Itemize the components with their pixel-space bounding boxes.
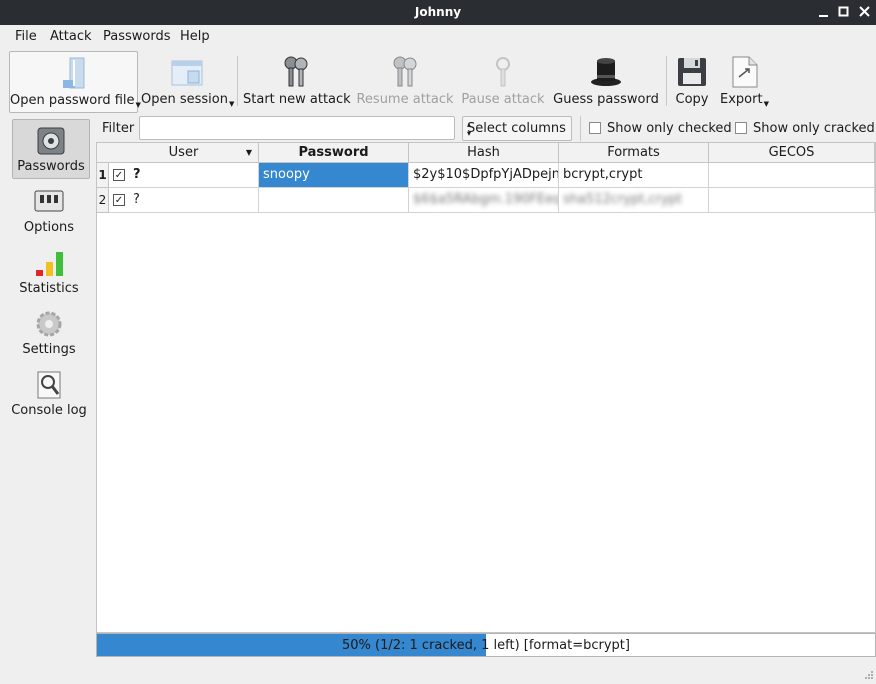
table-cell-password[interactable] <box>259 188 409 213</box>
sidebar: Passwords Options Statistics Settings Co… <box>0 114 96 634</box>
dropdown-arrow-icon: ▴ ▾ <box>467 120 472 138</box>
open-file-icon <box>57 56 91 90</box>
keys-icon <box>279 55 313 89</box>
column-header-user[interactable]: User ▼ <box>109 143 259 163</box>
key-disabled-icon <box>486 55 520 89</box>
maximize-icon[interactable] <box>836 4 852 20</box>
select-columns-dropdown[interactable]: Select columns ▴ ▾ <box>462 116 572 141</box>
table-cell-hash[interactable]: $2y$10$DpfpYjADpejn <box>409 163 559 188</box>
passwords-table: User ▼ Password Hash Formats GECOS 1 ✓ ?… <box>96 142 876 633</box>
export-label: Export <box>720 92 763 107</box>
menu-attack[interactable]: Attack <box>50 29 92 44</box>
show-only-cracked-label: Show only cracked <box>753 121 875 136</box>
column-header-password[interactable]: Password <box>259 143 409 163</box>
session-icon <box>170 55 204 89</box>
filter-label: Filter <box>102 121 135 136</box>
blurred-formats-value: sha512crypt,crypt <box>563 192 682 207</box>
sidebar-label-options: Options <box>23 220 75 235</box>
table-cell-formats[interactable]: bcrypt,crypt <box>559 163 709 188</box>
column-header-hash[interactable]: Hash <box>409 143 559 163</box>
resume-attack-label: Resume attack <box>356 92 454 107</box>
start-new-attack-button[interactable]: Start new attack <box>243 51 351 111</box>
copy-button[interactable]: Copy <box>672 51 712 111</box>
row-number[interactable]: 2 <box>97 188 109 213</box>
filter-input[interactable] <box>139 116 455 140</box>
filter-separator <box>580 116 581 141</box>
menu-help[interactable]: Help <box>180 29 210 44</box>
title-bar: Johnny <box>0 0 876 25</box>
magic-hat-icon <box>589 55 623 89</box>
progress-bar: 50% (1/2: 1 cracked, 1 left) [format=bcr… <box>96 633 876 657</box>
blurred-hash-value: $6$a5RAbgm.190FEeq <box>413 192 559 207</box>
show-only-cracked-checkbox[interactable] <box>735 122 747 134</box>
status-bar <box>0 658 876 684</box>
resize-grip-icon[interactable] <box>864 670 874 680</box>
floppy-disk-icon <box>675 55 709 89</box>
close-icon[interactable] <box>857 4 873 20</box>
bar-chart-icon <box>32 248 66 278</box>
start-new-attack-label: Start new attack <box>243 92 351 107</box>
table-cell-formats[interactable]: sha512crypt,crypt <box>559 188 709 213</box>
sidebar-label-console-log: Console log <box>11 403 87 418</box>
user-value: ? <box>133 192 140 207</box>
row-number[interactable]: 1 <box>97 163 109 188</box>
sidebar-label-statistics: Statistics <box>19 281 79 296</box>
column-header-gecos[interactable]: GECOS <box>709 143 875 163</box>
gear-icon <box>32 309 66 339</box>
table-cell-gecos[interactable] <box>709 163 875 188</box>
resume-attack-button[interactable]: Resume attack <box>356 51 454 111</box>
pause-attack-button[interactable]: Pause attack <box>461 51 545 111</box>
show-only-checked-checkbox[interactable] <box>589 122 601 134</box>
sort-descending-icon: ▼ <box>245 148 252 157</box>
safe-icon <box>34 126 68 156</box>
menu-file[interactable]: File <box>15 29 37 44</box>
open-password-file-label: Open password file <box>10 93 135 108</box>
table-cell-password[interactable]: snoopy <box>259 163 409 188</box>
sidebar-item-console-log[interactable]: Console log <box>10 364 88 422</box>
open-session-button[interactable]: Open session▼ <box>141 51 235 111</box>
sidebar-item-options[interactable]: Options <box>10 181 88 239</box>
sidebar-item-statistics[interactable]: Statistics <box>10 242 88 300</box>
open-password-file-button[interactable]: Open password file▼ <box>9 51 141 113</box>
sidebar-label-settings: Settings <box>22 342 76 357</box>
table-cell-hash[interactable]: $6$a5RAbgm.190FEeq <box>409 188 559 213</box>
minimize-icon[interactable] <box>816 4 832 20</box>
export-button[interactable]: Export▼ <box>720 51 769 111</box>
export-document-icon <box>727 55 761 89</box>
table-cell-user[interactable]: ✓ ? <box>109 163 259 188</box>
table-cell-gecos[interactable] <box>709 188 875 213</box>
toolbar-separator <box>666 56 667 106</box>
sidebar-item-passwords[interactable]: Passwords <box>12 119 90 179</box>
guess-password-label: Guess password <box>553 92 659 107</box>
window-title: Johnny <box>414 5 462 19</box>
toolbar-separator <box>237 56 238 106</box>
dropdown-arrow-icon: ▼ <box>763 100 769 108</box>
copy-label: Copy <box>675 92 709 107</box>
progress-text: 50% (1/2: 1 cracked, 1 left) [format=bcr… <box>342 638 630 653</box>
pause-attack-label: Pause attack <box>461 92 545 107</box>
menu-bar: File Attack Passwords Help <box>0 25 876 48</box>
row-checkbox[interactable]: ✓ <box>113 194 125 206</box>
sidebar-item-settings[interactable]: Settings <box>10 303 88 361</box>
table-cell-user[interactable]: ✓ ? <box>109 188 259 213</box>
show-only-checked-label: Show only checked <box>607 121 732 136</box>
menu-passwords[interactable]: Passwords <box>103 29 171 44</box>
user-value: ? <box>133 167 141 182</box>
column-header-user-label: User <box>168 145 199 160</box>
dropdown-arrow-icon: ▼ <box>228 100 235 108</box>
column-header-formats[interactable]: Formats <box>559 143 709 163</box>
magnifier-icon <box>32 370 66 400</box>
open-session-label: Open session <box>141 92 228 107</box>
toolbar: Open password file▼ Open session▼ Start … <box>0 48 876 114</box>
row-checkbox[interactable]: ✓ <box>113 169 125 181</box>
guess-password-button[interactable]: Guess password <box>553 51 659 111</box>
sidebar-label-passwords: Passwords <box>17 159 85 174</box>
keys-disabled-icon <box>388 55 422 89</box>
options-panel-icon <box>32 187 66 217</box>
